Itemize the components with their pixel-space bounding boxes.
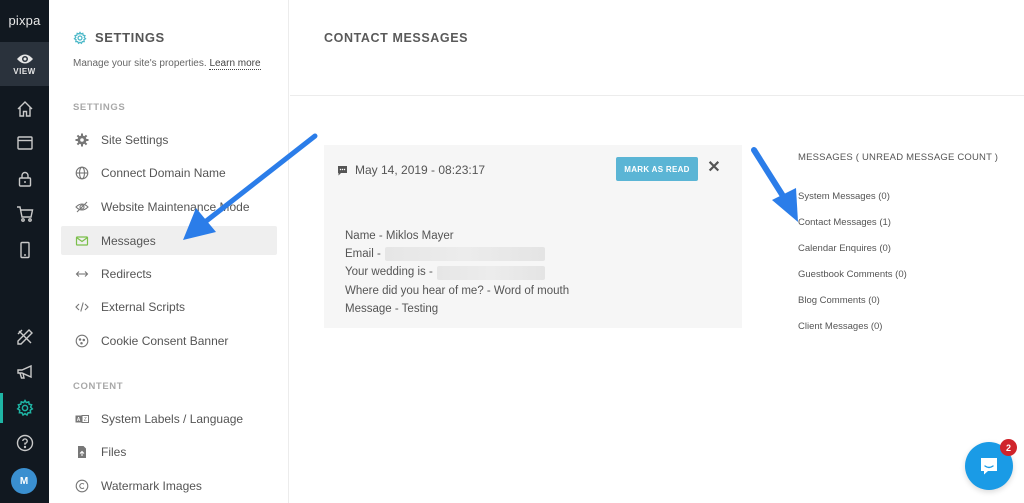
notification-badge: 2: [1000, 439, 1017, 456]
settings-panel: SETTINGS Manage your site's properties. …: [49, 0, 289, 503]
redacted-email: [384, 247, 545, 262]
design-tools-icon: [16, 329, 33, 345]
sidebar-item-label: Watermark Images: [101, 478, 202, 493]
rail-mobile[interactable]: [0, 235, 49, 265]
section-label-content: CONTENT: [73, 381, 124, 392]
sidebar-item-maintenance-mode[interactable]: Website Maintenance Mode: [61, 192, 277, 221]
learn-more-link[interactable]: Learn more: [209, 58, 261, 70]
date-text: May 14, 2019 - 08:23:17: [355, 163, 486, 177]
page-header: CONTACT MESSAGES: [290, 0, 1024, 96]
browser-window-icon: [16, 136, 33, 150]
wedding-line: Your wedding is -: [345, 263, 569, 281]
chat-support-icon: [981, 458, 997, 475]
sidebar-item-site-settings[interactable]: Site Settings: [61, 125, 277, 154]
settings-header: SETTINGS: [73, 30, 165, 45]
rail-home[interactable]: [0, 94, 49, 124]
sidebar-item-files[interactable]: Files: [61, 437, 277, 466]
file-icon: [75, 445, 89, 459]
sidebar-item-label: Messages: [101, 233, 156, 248]
rail-pages[interactable]: [0, 128, 49, 158]
sidebar-item-label: Site Settings: [101, 132, 169, 147]
home-icon: [17, 101, 32, 117]
sidebar-item-label: Cookie Consent Banner: [101, 333, 229, 348]
envelope-icon: [75, 234, 89, 248]
view-button[interactable]: VIEW: [0, 42, 49, 86]
rail-store[interactable]: [0, 199, 49, 229]
sidebar-item-label: External Scripts: [101, 299, 186, 314]
icon-rail: pixpa VIEW M: [0, 0, 49, 503]
main-content: CONTACT MESSAGES May 14, 2019 - 08:23:17…: [290, 0, 1024, 503]
cart-icon: [16, 206, 33, 222]
rail-design[interactable]: [0, 322, 49, 352]
chat-bubble-icon: [338, 165, 347, 175]
globe-icon: [75, 166, 89, 180]
sidebar-item-cookie-consent[interactable]: Cookie Consent Banner: [61, 326, 277, 355]
message-date: May 14, 2019 - 08:23:17: [337, 163, 485, 177]
sidebar-item-label: Connect Domain Name: [101, 165, 226, 180]
rail-security[interactable]: [0, 164, 49, 194]
description-text: Manage your site's properties.: [73, 58, 207, 69]
wedding-label: Your wedding is -: [345, 266, 433, 279]
section-label-settings: SETTINGS: [73, 102, 126, 113]
sidebar-item-connect-domain[interactable]: Connect Domain Name: [61, 158, 277, 187]
mobile-icon: [19, 241, 30, 259]
svg-text:A: A: [77, 417, 81, 423]
rail-marketing[interactable]: [0, 357, 49, 387]
sidebar-item-system-labels[interactable]: AZ System Labels / Language: [61, 404, 277, 433]
pixpa-logo[interactable]: pixpa: [0, 0, 49, 42]
eye-slash-icon: [75, 200, 89, 214]
lock-icon: [18, 171, 31, 187]
gear-icon: [16, 399, 33, 417]
sidebar-item-messages[interactable]: Messages: [61, 226, 277, 255]
close-icon[interactable]: ✕: [706, 159, 722, 177]
sidebar-item-label: Website Maintenance Mode: [101, 199, 250, 214]
rail-help[interactable]: [0, 428, 49, 458]
name-line: Name - Miklos Mayer: [345, 230, 454, 242]
link-calendar-enquires[interactable]: Calendar Enquires (0): [798, 243, 998, 269]
language-icon: AZ: [75, 412, 89, 426]
copyright-icon: [75, 479, 89, 493]
gear-icon: [75, 133, 89, 147]
svg-text:Z: Z: [84, 417, 87, 423]
hear-line: Where did you hear of me? - Word of mout…: [345, 284, 570, 297]
email-line: Email -: [345, 245, 569, 263]
link-guestbook-comments[interactable]: Guestbook Comments (0): [798, 269, 998, 295]
link-contact-messages[interactable]: Contact Messages (1): [798, 217, 998, 243]
link-blog-comments[interactable]: Blog Comments (0): [798, 295, 998, 321]
email-label: Email -: [345, 248, 381, 261]
panel-title: SETTINGS: [95, 30, 165, 45]
panel-description: Manage your site's properties. Learn mor…: [73, 58, 261, 70]
sidebar-item-label: Redirects: [101, 266, 152, 281]
arrows-horizontal-icon: [75, 267, 89, 281]
chat-widget-button[interactable]: 2: [965, 439, 1017, 490]
message-body: Name - Miklos Mayer Email - Your wedding…: [345, 227, 569, 318]
view-label: VIEW: [13, 66, 36, 76]
message-categories: MESSAGES ( UNREAD MESSAGE COUNT ) System…: [798, 152, 998, 347]
sidebar-item-external-scripts[interactable]: External Scripts: [61, 292, 277, 321]
sidebar-item-label: Files: [101, 444, 127, 459]
redacted-wedding-date: [436, 265, 545, 280]
sidebar-item-label: System Labels / Language: [101, 411, 244, 426]
message-card: May 14, 2019 - 08:23:17 MARK AS READ ✕ N…: [324, 145, 742, 328]
mark-as-read-button[interactable]: MARK AS READ: [616, 157, 698, 181]
eye-icon: [16, 54, 33, 63]
megaphone-icon: [16, 364, 32, 379]
help-icon: [16, 434, 33, 452]
rail-settings[interactable]: [0, 393, 49, 423]
user-avatar[interactable]: M: [11, 468, 37, 494]
message-categories-header: MESSAGES ( UNREAD MESSAGE COUNT ): [798, 152, 999, 163]
gear-icon: [73, 30, 87, 44]
sidebar-item-watermark[interactable]: Watermark Images: [61, 471, 277, 500]
page-title: CONTACT MESSAGES: [324, 31, 469, 45]
code-icon: [75, 300, 89, 314]
cookie-icon: [75, 334, 89, 348]
sidebar-item-redirects[interactable]: Redirects: [61, 259, 277, 288]
link-client-messages[interactable]: Client Messages (0): [798, 321, 998, 347]
link-system-messages[interactable]: System Messages (0): [798, 191, 998, 217]
message-line: Message - Testing: [345, 302, 439, 315]
